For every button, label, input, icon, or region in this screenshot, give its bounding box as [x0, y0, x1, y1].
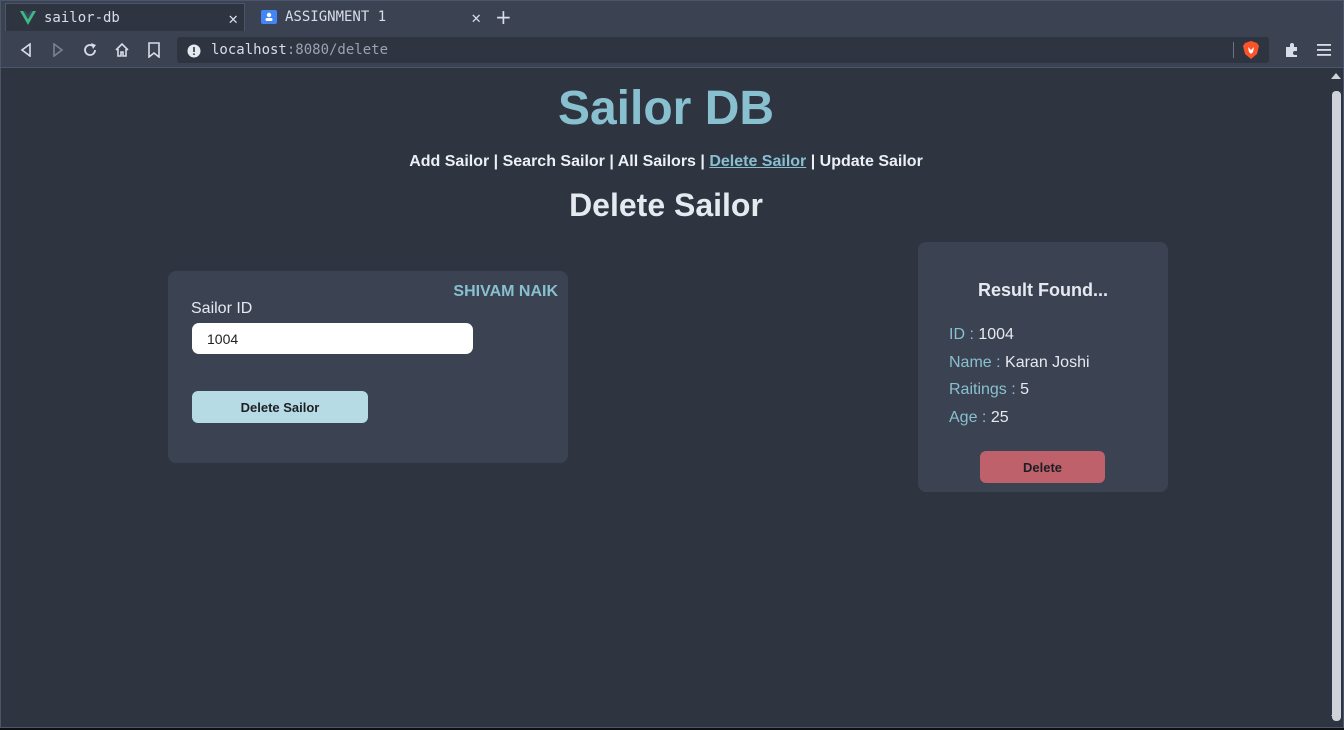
- result-value: 5: [1020, 381, 1030, 398]
- result-key: Raitings :: [949, 381, 1016, 398]
- delete-button[interactable]: Delete: [980, 451, 1105, 483]
- nav-separator: |: [810, 153, 816, 170]
- tab-sailor-db[interactable]: sailor-db ✕: [5, 3, 245, 31]
- result-value: Karan Joshi: [1005, 354, 1090, 371]
- reload-icon[interactable]: [81, 41, 99, 59]
- delete-sailor-button[interactable]: Delete Sailor: [192, 391, 368, 423]
- result-name-row: Name : Karan Joshi: [949, 354, 1090, 372]
- author-name: SHIVAM NAIK: [453, 283, 558, 300]
- nav-separator: |: [493, 153, 499, 170]
- extensions-icon[interactable]: [1283, 41, 1301, 59]
- nav-delete-sailor[interactable]: Delete Sailor: [709, 153, 806, 170]
- result-key: Age :: [949, 409, 987, 426]
- scroll-down-icon[interactable]: [1331, 715, 1341, 721]
- scroll-up-icon[interactable]: [1331, 73, 1341, 79]
- brave-shield-icon[interactable]: [1243, 41, 1259, 63]
- url-text: localhost:8080/delete: [211, 42, 388, 58]
- sailor-id-label: Sailor ID: [191, 300, 253, 317]
- address-divider: [1233, 42, 1234, 58]
- site-info-icon[interactable]: [187, 43, 201, 58]
- scroll-thumb[interactable]: [1332, 91, 1341, 721]
- tab-bar: sailor-db ✕ ASSIGNMENT 1 ✕ +: [1, 1, 1343, 34]
- result-ratings-row: Raitings : 5: [949, 381, 1029, 399]
- result-value: 1004: [978, 326, 1014, 343]
- result-age-row: Age : 25: [949, 409, 1009, 427]
- tab-title: sailor-db: [44, 9, 120, 26]
- nav-links: Add Sailor | Search Sailor | All Sailors…: [3, 153, 1329, 171]
- result-key: Name :: [949, 354, 1001, 371]
- bookmark-icon[interactable]: [145, 41, 163, 59]
- result-card: Result Found... ID : 1004 Name : Karan J…: [918, 242, 1168, 492]
- close-tab-icon[interactable]: ✕: [471, 8, 481, 27]
- browser-window: sailor-db ✕ ASSIGNMENT 1 ✕ + localhost:8…: [0, 0, 1344, 728]
- close-tab-icon[interactable]: ✕: [228, 9, 238, 28]
- nav-separator: |: [700, 153, 705, 170]
- sailor-id-input[interactable]: [192, 323, 473, 354]
- delete-form-card: SHIVAM NAIK Sailor ID Delete Sailor: [168, 271, 568, 463]
- vue-logo-icon: [20, 10, 36, 26]
- page-scrollbar[interactable]: [1329, 69, 1343, 727]
- navigation-bar: localhost:8080/delete: [1, 33, 1343, 68]
- page-heading: Delete Sailor: [569, 187, 763, 223]
- forward-icon[interactable]: [49, 41, 67, 59]
- address-bar[interactable]: localhost:8080/delete: [177, 37, 1269, 63]
- tab-title: ASSIGNMENT 1: [285, 9, 387, 25]
- app-title: Sailor DB: [557, 82, 775, 135]
- url-host: localhost: [211, 42, 287, 58]
- result-key: ID :: [949, 326, 974, 343]
- nav-search-sailor[interactable]: Search Sailor: [503, 153, 605, 170]
- back-icon[interactable]: [17, 41, 35, 59]
- nav-separator: |: [609, 153, 614, 170]
- result-title: Result Found...: [978, 280, 1108, 300]
- tab-assignment[interactable]: ASSIGNMENT 1 ✕: [247, 3, 487, 31]
- url-path: :8080/delete: [286, 42, 389, 58]
- result-id-row: ID : 1004: [949, 326, 1014, 344]
- classroom-icon: [261, 9, 277, 25]
- new-tab-icon[interactable]: +: [495, 5, 512, 29]
- result-value: 25: [990, 409, 1009, 426]
- nav-all-sailors[interactable]: All Sailors: [618, 153, 696, 170]
- page-content: Sailor DB Add Sailor | Search Sailor | A…: [3, 69, 1329, 727]
- home-icon[interactable]: [113, 41, 131, 59]
- nav-update-sailor[interactable]: Update Sailor: [820, 153, 923, 170]
- nav-add-sailor[interactable]: Add Sailor: [409, 153, 489, 170]
- menu-icon[interactable]: [1315, 41, 1333, 59]
